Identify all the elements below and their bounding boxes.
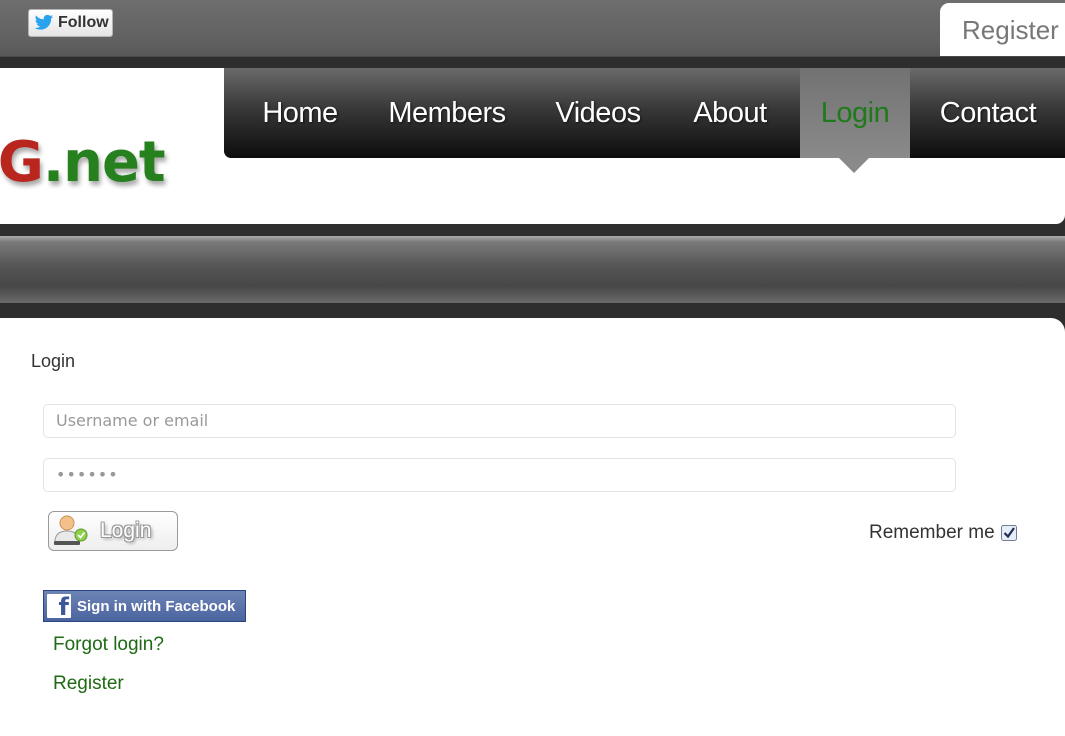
twitter-bird-icon <box>34 14 54 30</box>
remember-me-label: Remember me <box>869 522 995 543</box>
facebook-icon: f <box>47 593 71 621</box>
page-title: Login <box>31 351 76 371</box>
header-band <box>0 236 1065 303</box>
site-logo[interactable]: JG.net <box>0 130 166 195</box>
nav-item-home[interactable]: Home <box>252 68 348 158</box>
facebook-signin-button[interactable]: f Sign in with Facebook <box>43 590 246 622</box>
forgot-login-link[interactable]: Forgot login? <box>53 634 164 656</box>
checkbox-checked-icon[interactable] <box>1000 525 1017 541</box>
username-input[interactable]: Username or email <box>43 404 956 438</box>
site-header: JG.net Home Members Videos About Login C… <box>0 68 1065 224</box>
nav-item-login[interactable]: Login <box>800 68 910 158</box>
login-button[interactable]: Login <box>48 511 178 551</box>
login-button-label: Login <box>100 519 152 542</box>
top-bar: Follow Register <box>0 0 1065 57</box>
user-login-icon <box>54 515 88 545</box>
nav-item-contact[interactable]: Contact <box>936 68 1040 158</box>
nav-item-about[interactable]: About <box>686 68 774 158</box>
register-tab[interactable]: Register <box>940 3 1065 56</box>
facebook-signin-label: Sign in with Facebook <box>77 597 236 615</box>
remember-me-checkbox[interactable]: Remember me <box>869 522 1017 544</box>
nav-item-members[interactable]: Members <box>384 68 510 158</box>
logo-part-2: .net <box>42 130 166 195</box>
main-nav: Home Members Videos About Login Contact <box>224 68 1065 158</box>
register-link[interactable]: Register <box>53 673 124 695</box>
twitter-follow-button[interactable]: Follow <box>28 9 113 37</box>
nav-item-videos[interactable]: Videos <box>550 68 646 158</box>
logo-part-1: JG <box>0 130 44 195</box>
password-input[interactable]: •••••• <box>43 458 956 492</box>
login-panel: Login Username or email •••••• Login Rem… <box>0 318 1065 736</box>
follow-label: Follow <box>58 14 109 31</box>
active-nav-pointer <box>839 158 869 173</box>
